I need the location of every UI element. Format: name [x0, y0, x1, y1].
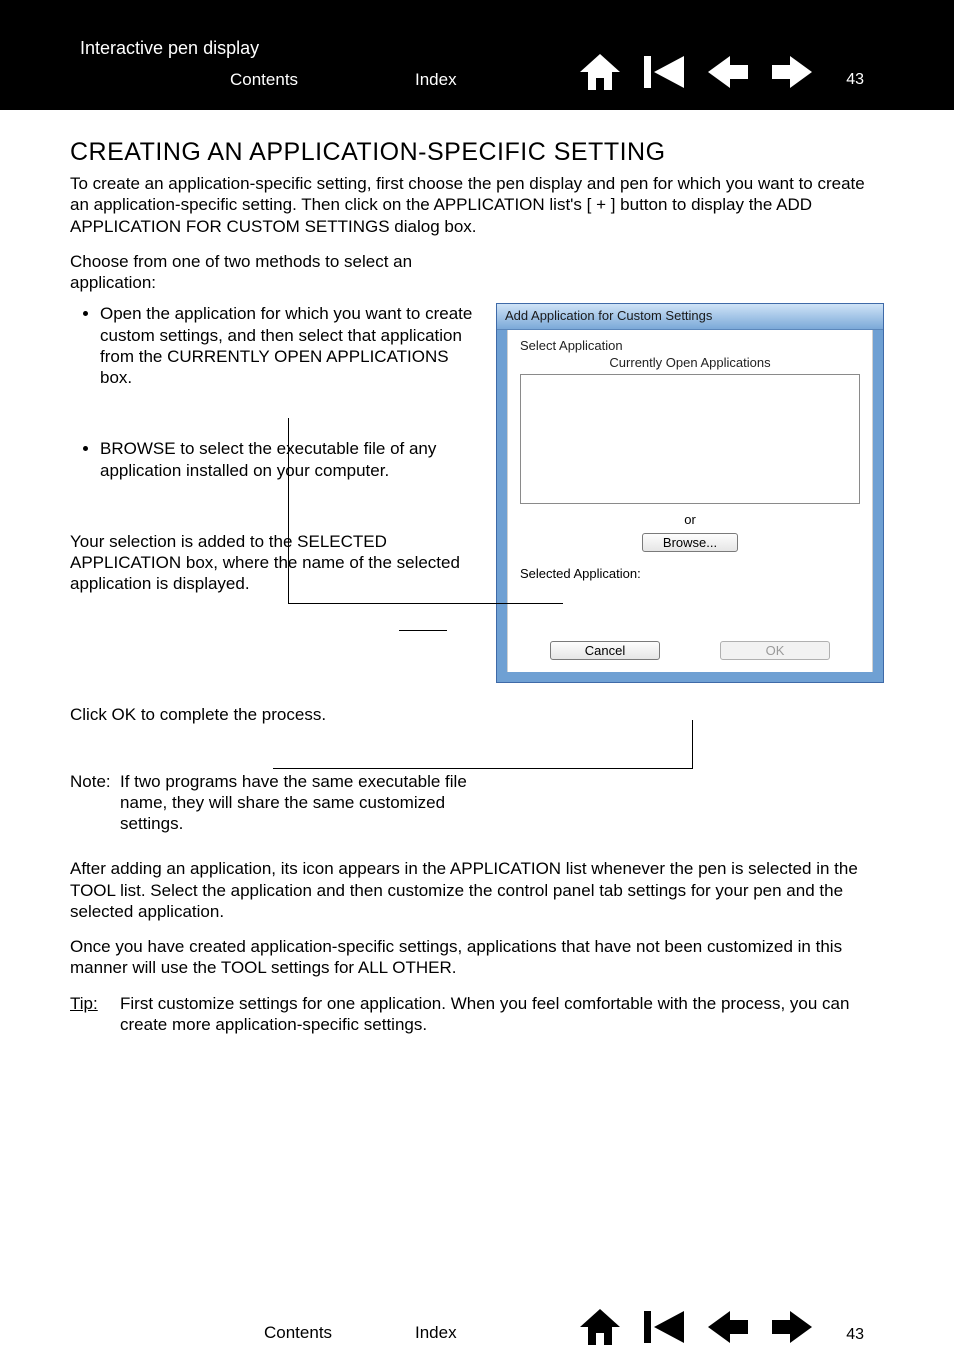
connector-line	[273, 768, 693, 769]
cancel-button[interactable]: Cancel	[550, 641, 660, 660]
choose-methods: Choose from one of two methods to select…	[70, 251, 490, 294]
add-application-dialog: Add Application for Custom Settings Sele…	[496, 303, 884, 683]
selection-paragraph: Your selection is added to the SELECTED …	[70, 531, 476, 595]
after-paragraph: After adding an application, its icon ap…	[70, 858, 884, 922]
next-page-icon[interactable]	[772, 1309, 812, 1345]
header-bar: Interactive pen display Contents Index 4…	[0, 0, 954, 110]
footer-bar: Contents Index 43	[0, 1295, 954, 1365]
connector-line	[399, 630, 447, 631]
home-icon[interactable]	[580, 1309, 620, 1345]
select-application-label: Select Application	[520, 338, 860, 353]
contents-link[interactable]: Contents	[230, 70, 298, 90]
ok-button[interactable]: OK	[720, 641, 830, 660]
page-heading: CREATING AN APPLICATION-SPECIFIC SETTING	[70, 138, 884, 167]
or-label: or	[520, 512, 860, 527]
open-applications-listbox[interactable]	[520, 374, 860, 504]
once-paragraph: Once you have created application-specif…	[70, 936, 884, 979]
connector-line	[692, 720, 693, 768]
connector-line	[288, 603, 563, 604]
tip-text: First customize settings for one applica…	[120, 993, 884, 1036]
tip-label: Tip:	[70, 993, 120, 1036]
prev-page-icon[interactable]	[708, 1309, 748, 1345]
selected-application-label: Selected Application:	[520, 566, 860, 581]
selected-application-box	[520, 581, 860, 633]
document-title: Interactive pen display	[80, 38, 259, 59]
prev-page-icon[interactable]	[708, 54, 748, 90]
next-page-icon[interactable]	[772, 54, 812, 90]
dialog-titlebar: Add Application for Custom Settings	[497, 304, 883, 330]
page-content: CREATING AN APPLICATION-SPECIFIC SETTING…	[0, 110, 954, 1035]
note-text: If two programs have the same executable…	[120, 771, 500, 835]
page-number: 43	[846, 71, 864, 89]
bullet-open-app: Open the application for which you want …	[100, 303, 476, 388]
intro-paragraph: To create an application-specific settin…	[70, 173, 884, 237]
ok-paragraph: Click OK to complete the process.	[70, 705, 476, 725]
browse-button[interactable]: Browse...	[642, 533, 738, 552]
first-page-icon[interactable]	[644, 1309, 684, 1345]
first-page-icon[interactable]	[644, 54, 684, 90]
home-icon[interactable]	[580, 54, 620, 90]
index-link[interactable]: Index	[415, 70, 457, 90]
contents-link-footer[interactable]: Contents	[264, 1323, 332, 1343]
connector-line	[288, 418, 289, 604]
page-number-footer: 43	[846, 1326, 864, 1344]
currently-open-label: Currently Open Applications	[520, 355, 860, 370]
note-label: Note:	[70, 771, 120, 835]
index-link-footer[interactable]: Index	[415, 1323, 457, 1343]
